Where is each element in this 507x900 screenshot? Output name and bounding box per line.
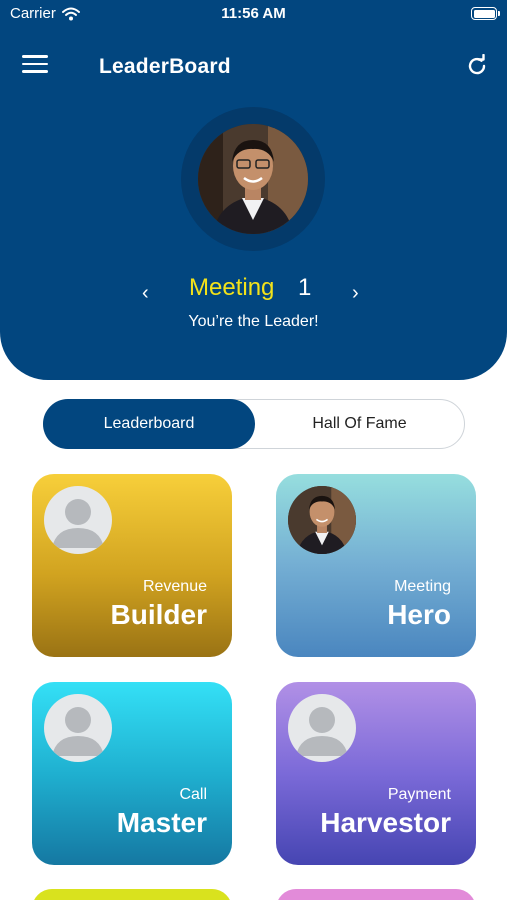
status-bar: Carrier 11:56 AM bbox=[0, 0, 507, 30]
leaderboard-screen: Carrier 11:56 AM LeaderBoard ‹ Meeting 1… bbox=[0, 0, 507, 900]
tab-leaderboard[interactable]: Leaderboard bbox=[43, 399, 255, 449]
leader-metric-row: ‹ Meeting 1 › bbox=[0, 272, 507, 308]
metric-name: Meeting bbox=[189, 274, 275, 301]
card-title: Hero bbox=[387, 599, 451, 630]
status-time: 11:56 AM bbox=[221, 5, 286, 22]
placeholder-avatar bbox=[44, 694, 112, 762]
card-subtitle: Payment bbox=[387, 786, 451, 803]
leader-message: You’re the Leader! bbox=[188, 313, 319, 330]
nav-bar: LeaderBoard bbox=[0, 45, 507, 89]
card-subtitle: Revenue bbox=[142, 578, 207, 595]
chevron-right-icon[interactable]: › bbox=[352, 283, 366, 303]
card-payment-harvestor[interactable]: Payment Harvestor bbox=[276, 682, 476, 865]
placeholder-avatar bbox=[44, 486, 112, 554]
header-panel: Carrier 11:56 AM LeaderBoard ‹ Meeting 1… bbox=[0, 0, 507, 380]
card-title: Master bbox=[116, 807, 207, 838]
user-photo-avatar bbox=[288, 486, 356, 554]
chevron-left-icon[interactable]: ‹ bbox=[142, 283, 156, 303]
card-partial-yellow[interactable] bbox=[32, 889, 232, 900]
card-partial-pink[interactable] bbox=[276, 889, 476, 900]
placeholder-avatar bbox=[288, 694, 356, 762]
tab-hall-of-fame[interactable]: Hall Of Fame bbox=[255, 399, 464, 449]
card-subtitle: Call bbox=[179, 786, 207, 803]
card-title: Builder bbox=[110, 599, 207, 630]
card-call-master[interactable]: Call Master bbox=[32, 682, 232, 865]
page-title: LeaderBoard bbox=[99, 55, 231, 78]
card-title: Harvestor bbox=[320, 807, 451, 838]
refresh-icon[interactable] bbox=[465, 54, 489, 78]
card-meeting-hero[interactable]: Meeting Hero bbox=[276, 474, 476, 657]
hamburger-menu-icon[interactable] bbox=[22, 55, 48, 77]
leader-avatar[interactable] bbox=[198, 124, 308, 234]
battery-icon bbox=[471, 7, 500, 20]
metric-count: 1 bbox=[298, 274, 312, 301]
card-revenue-builder[interactable]: Revenue Builder bbox=[32, 474, 232, 657]
segment-control: Leaderboard Hall Of Fame bbox=[43, 399, 465, 449]
card-subtitle: Meeting bbox=[394, 578, 451, 595]
